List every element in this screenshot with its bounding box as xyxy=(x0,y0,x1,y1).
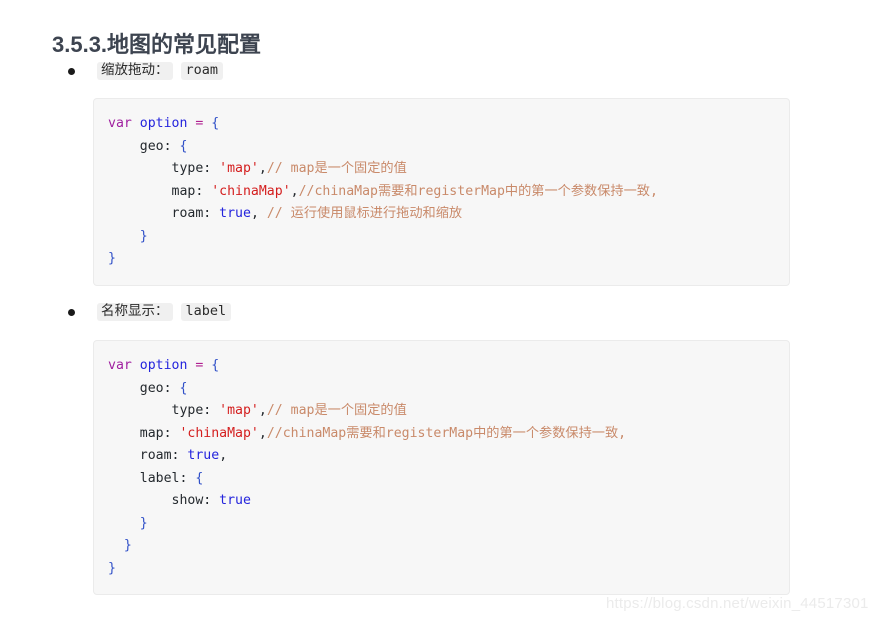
code-token: { xyxy=(211,116,220,131)
code-line: } xyxy=(94,248,789,271)
code-token: 'map' xyxy=(219,161,259,176)
code-token: map xyxy=(108,425,164,441)
list-item-label: 缩放拖动： roam xyxy=(97,61,224,81)
code-token: , xyxy=(258,403,267,418)
code-token: { xyxy=(179,138,188,154)
code-token: true xyxy=(187,448,220,463)
article-page: 3.5.3.地图的常见配置 缩放拖动： roam var option = { … xyxy=(0,0,886,624)
code-token: roam xyxy=(108,448,172,463)
bullet-marker-icon xyxy=(68,67,75,75)
code-token: show xyxy=(108,493,204,508)
code-token: true xyxy=(219,206,251,221)
code-block-label-example: var option = { geo: { type: 'map',// map… xyxy=(93,340,790,595)
watermark: https://blog.csdn.net/weixin_44517301 xyxy=(606,595,869,612)
code-line: geo: { xyxy=(94,378,789,401)
page-title: 3.5.3.地图的常见配置 xyxy=(52,31,262,57)
code-token: : xyxy=(171,448,188,463)
code-token: var xyxy=(108,116,140,131)
code-line: } xyxy=(94,558,789,581)
code-token: label xyxy=(108,470,180,486)
code-token: = xyxy=(187,358,212,373)
bullet-label-0: 缩放拖动： xyxy=(97,61,173,81)
code-token: , xyxy=(290,183,299,199)
bullet-label-1: 名称显示： xyxy=(97,302,173,322)
inline-code-label: label xyxy=(180,302,232,322)
code-token: } xyxy=(108,251,116,266)
code-line: label: { xyxy=(94,468,789,491)
code-token: // map是一个固定的值 xyxy=(266,403,407,418)
code-token: type xyxy=(108,161,204,176)
bullet-marker-icon xyxy=(68,308,75,316)
code-token: : xyxy=(203,493,220,508)
code-token: map xyxy=(108,183,196,199)
code-line: } xyxy=(94,226,789,249)
code-token: , xyxy=(258,425,267,441)
code-token: : xyxy=(203,206,220,221)
code-line: type: 'map',// map是一个固定的值 xyxy=(94,158,789,181)
code-token: var xyxy=(108,358,140,373)
list-item-label: 名称显示： label xyxy=(97,302,232,322)
code-line: type: 'map',// map是一个固定的值 xyxy=(94,400,789,423)
code-token: } xyxy=(108,228,148,244)
code-line: roam: true, xyxy=(94,445,789,468)
code-token: : xyxy=(203,161,220,176)
code-line: var option = { xyxy=(94,113,789,136)
code-token: = xyxy=(187,116,212,131)
code-token: 'chinaMap' xyxy=(211,183,291,199)
code-token: 'chinaMap' xyxy=(179,425,259,441)
code-token: { xyxy=(195,470,204,486)
code-token: : xyxy=(179,470,196,486)
code-token: } xyxy=(108,538,132,553)
code-line: map: 'chinaMap',//chinaMap需要和registerMap… xyxy=(94,181,789,204)
code-token: : xyxy=(203,403,220,418)
code-token: geo xyxy=(108,380,164,396)
inline-code-roam: roam xyxy=(180,61,224,81)
code-token: option xyxy=(139,358,188,373)
code-token: , xyxy=(250,206,267,221)
code-line: map: 'chinaMap',//chinaMap需要和registerMap… xyxy=(94,423,789,446)
code-token: 'map' xyxy=(219,403,259,418)
code-token: : xyxy=(163,380,180,396)
list-item: 缩放拖动： roam xyxy=(68,61,224,81)
code-token: //chinaMap需要和registerMap中的第一个参数保持一致, xyxy=(266,425,627,441)
code-token: } xyxy=(108,560,116,576)
code-token: { xyxy=(211,358,220,373)
code-token: type xyxy=(108,403,204,418)
code-token: //chinaMap需要和registerMap中的第一个参数保持一致, xyxy=(298,183,658,199)
code-token: : xyxy=(163,138,180,154)
code-line: } xyxy=(94,535,789,558)
list-item: 名称显示： label xyxy=(68,302,232,322)
code-line: } xyxy=(94,513,789,536)
code-token: : xyxy=(163,425,180,441)
code-token: } xyxy=(108,515,148,531)
code-token: , xyxy=(258,161,267,176)
code-line: var option = { xyxy=(94,355,789,378)
code-token: true xyxy=(219,493,251,508)
code-token: // 运行使用鼠标进行拖动和缩放 xyxy=(266,206,463,221)
code-token: , xyxy=(219,448,228,463)
code-block-roam-example: var option = { geo: { type: 'map',// map… xyxy=(93,98,790,286)
code-line: geo: { xyxy=(94,136,789,159)
code-line: show: true xyxy=(94,490,789,513)
code-line: roam: true, // 运行使用鼠标进行拖动和缩放 xyxy=(94,203,789,226)
code-token: { xyxy=(179,380,188,396)
code-token: roam xyxy=(108,206,204,221)
code-token: geo xyxy=(108,138,164,154)
code-token: option xyxy=(139,116,188,131)
code-token: // map是一个固定的值 xyxy=(266,161,407,176)
code-token: : xyxy=(195,183,212,199)
